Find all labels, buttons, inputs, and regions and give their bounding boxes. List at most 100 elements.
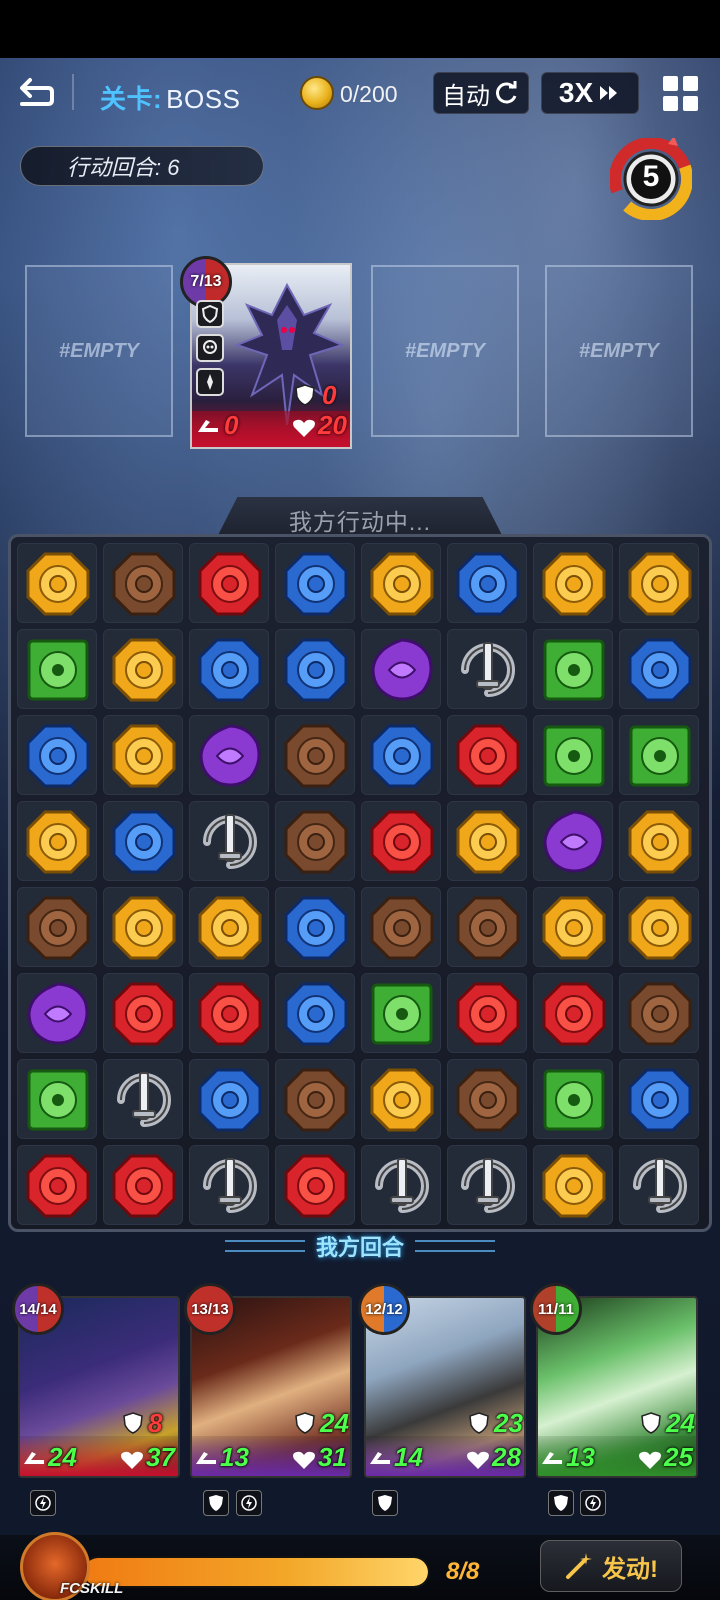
board-cell[interactable] — [17, 973, 97, 1053]
fire-gem-icon — [456, 724, 520, 788]
board-cell[interactable] — [447, 887, 527, 967]
board-cell[interactable] — [189, 887, 269, 967]
board-cell[interactable] — [361, 715, 441, 795]
menu-grid-button[interactable] — [663, 76, 699, 112]
board-cell[interactable] — [17, 887, 97, 967]
back-button[interactable] — [16, 76, 56, 112]
board-cell[interactable] — [447, 629, 527, 709]
hero-attack-value: 24 — [48, 1442, 77, 1472]
hero-defense-value: 24 — [320, 1408, 349, 1438]
board-cell[interactable] — [189, 629, 269, 709]
board-cell[interactable] — [275, 973, 355, 1053]
board-cell[interactable] — [533, 715, 613, 795]
board-cell[interactable] — [189, 973, 269, 1053]
sword-gem-icon — [117, 1072, 171, 1127]
board-cell[interactable] — [533, 973, 613, 1053]
board-cell[interactable] — [447, 973, 527, 1053]
sun-gem-icon — [542, 1154, 606, 1218]
passive-bolt-icon[interactable] — [236, 1490, 262, 1516]
board-cell[interactable] — [103, 715, 183, 795]
board-cell[interactable] — [103, 887, 183, 967]
board-cell[interactable] — [275, 887, 355, 967]
board-cell[interactable] — [275, 801, 355, 881]
water-gem-icon — [284, 552, 348, 616]
dark-gem-icon — [371, 638, 433, 701]
board-cell[interactable] — [447, 1059, 527, 1139]
nature-gem-icon — [27, 1069, 89, 1131]
board-cell[interactable] — [189, 801, 269, 881]
skull-skill-icon — [196, 334, 224, 362]
board-cell[interactable] — [275, 543, 355, 623]
board-cell[interactable] — [275, 1059, 355, 1139]
board-cell[interactable] — [447, 543, 527, 623]
passive-shield-icon[interactable] — [548, 1490, 574, 1516]
earth-gem-icon — [628, 982, 692, 1046]
board-cell[interactable] — [619, 973, 699, 1053]
board-cell[interactable] — [533, 629, 613, 709]
heart-icon — [293, 419, 315, 437]
board-cell[interactable] — [189, 543, 269, 623]
board-cell[interactable] — [447, 715, 527, 795]
board-cell[interactable] — [103, 973, 183, 1053]
board-cell[interactable] — [361, 543, 441, 623]
board-cell[interactable] — [619, 887, 699, 967]
hero-counter-badge: 14/14 — [12, 1283, 64, 1335]
board-cell[interactable] — [17, 715, 97, 795]
board-cell[interactable] — [189, 715, 269, 795]
enemy-slot-empty: #EMPTY — [371, 265, 519, 437]
board-cell[interactable] — [619, 715, 699, 795]
hero-hp-value: 25 — [664, 1442, 693, 1472]
sword-gem-icon — [461, 1158, 515, 1213]
board-cell[interactable] — [533, 801, 613, 881]
board-cell[interactable] — [447, 801, 527, 881]
board-cell[interactable] — [533, 887, 613, 967]
board-cell[interactable] — [619, 1059, 699, 1139]
board-cell[interactable] — [275, 1145, 355, 1225]
board-cell[interactable] — [103, 629, 183, 709]
board-cell[interactable] — [103, 1145, 183, 1225]
sun-gem-icon — [628, 552, 692, 616]
speed-button[interactable]: 3X — [541, 72, 639, 114]
hero-counter-badge: 12/12 — [358, 1283, 410, 1335]
board-cell[interactable] — [361, 801, 441, 881]
passive-shield-icon[interactable] — [372, 1490, 398, 1516]
sun-gem-icon — [370, 552, 434, 616]
passive-shield-icon[interactable] — [203, 1490, 229, 1516]
board-cell[interactable] — [17, 543, 97, 623]
board-cell[interactable] — [619, 1145, 699, 1225]
board-cell[interactable] — [447, 1145, 527, 1225]
board-cell[interactable] — [619, 629, 699, 709]
board-cell[interactable] — [361, 629, 441, 709]
board-cell[interactable] — [619, 543, 699, 623]
board-cell[interactable] — [361, 973, 441, 1053]
board-cell[interactable] — [103, 801, 183, 881]
board-cell[interactable] — [17, 629, 97, 709]
board-cell[interactable] — [361, 887, 441, 967]
fire-gem-icon — [112, 1154, 176, 1218]
earth-gem-icon — [456, 1068, 520, 1132]
board-cell[interactable] — [275, 715, 355, 795]
board-cell[interactable] — [533, 543, 613, 623]
coin-count: 0/200 — [340, 81, 398, 107]
board-cell[interactable] — [533, 1145, 613, 1225]
board-cell[interactable] — [103, 543, 183, 623]
board-cell[interactable] — [533, 1059, 613, 1139]
board-cell[interactable] — [619, 801, 699, 881]
launch-skill-button[interactable]: 发动! — [540, 1540, 682, 1592]
passive-bolt-icon[interactable] — [580, 1490, 606, 1516]
board-cell[interactable] — [361, 1145, 441, 1225]
board-cell[interactable] — [189, 1059, 269, 1139]
board-cell[interactable] — [17, 801, 97, 881]
sun-gem-icon — [112, 724, 176, 788]
board-cell[interactable] — [17, 1145, 97, 1225]
board-cell[interactable] — [189, 1145, 269, 1225]
board-cell[interactable] — [275, 629, 355, 709]
board-cell[interactable] — [103, 1059, 183, 1139]
sun-gem-icon — [628, 896, 692, 960]
board-cell[interactable] — [17, 1059, 97, 1139]
auto-button[interactable]: 自动 — [433, 72, 529, 114]
passive-bolt-icon[interactable] — [30, 1490, 56, 1516]
nature-gem-icon — [543, 1069, 605, 1131]
board-cell[interactable] — [361, 1059, 441, 1139]
sun-gem-icon — [112, 638, 176, 702]
